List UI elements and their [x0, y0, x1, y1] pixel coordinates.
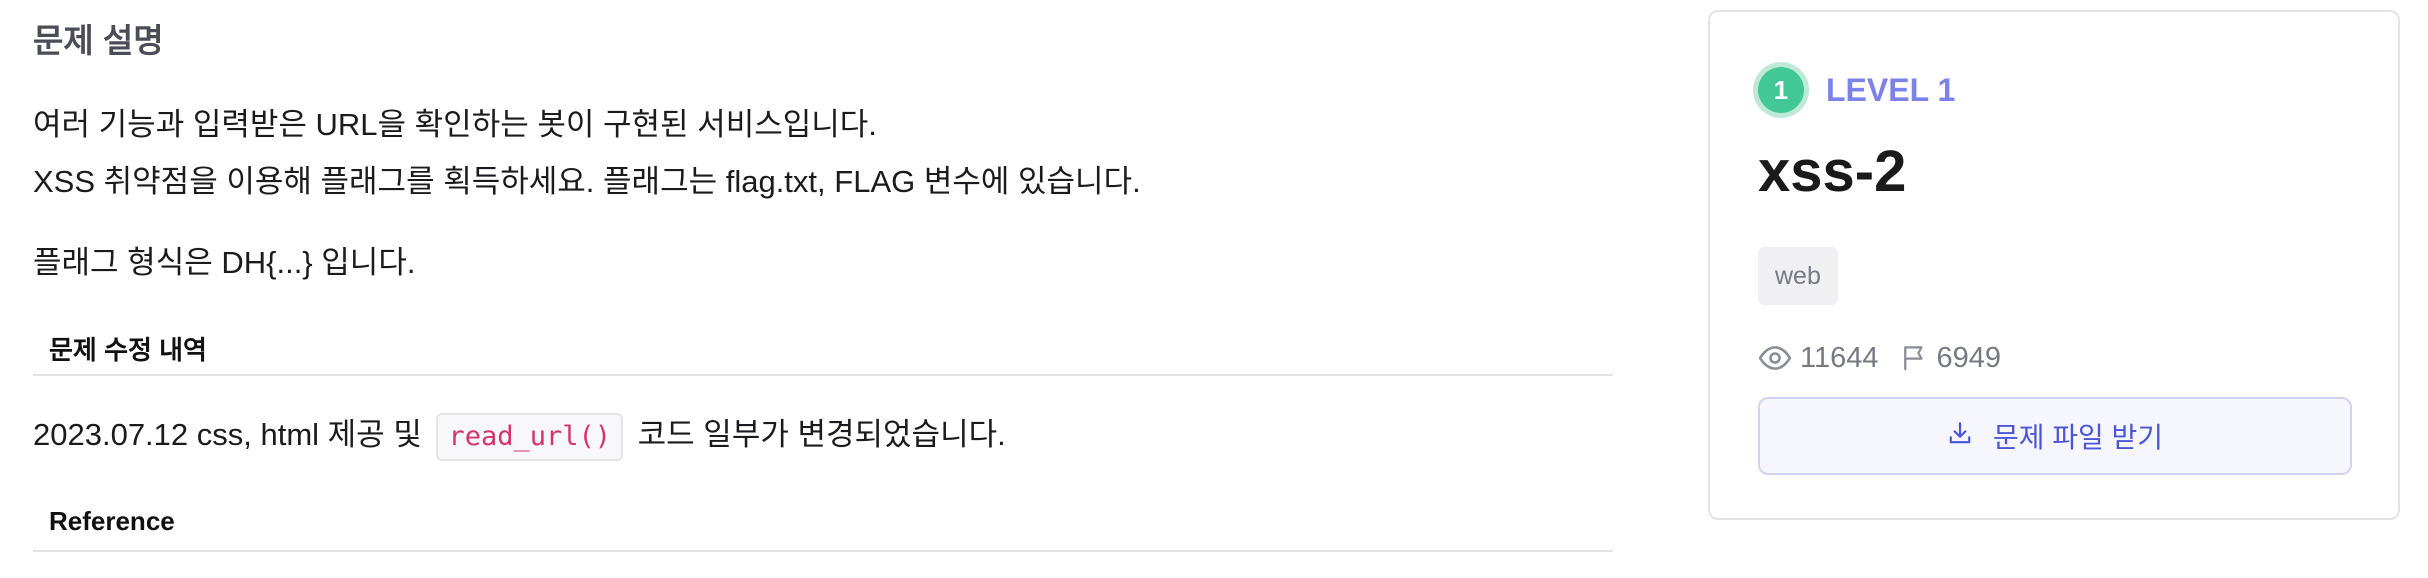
description-line-2: XSS 취약점을 이용해 플래그를 획득하세요. 플래그는 flag.txt, …: [33, 164, 1141, 199]
history-entry-suffix: 코드 일부가 변경되었습니다.: [637, 417, 1006, 452]
history-heading: 문제 수정 내역: [33, 324, 1613, 376]
history-entry: 2023.07.12 css, html 제공 및 read_url() 코드 …: [33, 411, 1006, 461]
category-tag[interactable]: web: [1758, 247, 1838, 305]
download-file-button[interactable]: 문제 파일 받기: [1758, 397, 2352, 475]
challenge-page: 문제 설명 여러 기능과 입력받은 URL을 확인하는 봇이 구현된 서비스입니…: [0, 0, 2428, 578]
history-entry-prefix: 2023.07.12 css, html 제공 및: [33, 417, 422, 452]
level-row: 1 LEVEL 1: [1758, 62, 1955, 118]
solves-count: 6949: [1936, 341, 2002, 374]
level-label: LEVEL 1: [1826, 71, 1956, 108]
download-icon: [1947, 420, 1993, 453]
challenge-stats: 11644 6949: [1758, 338, 2001, 378]
challenge-title: xss-2: [1758, 139, 1907, 204]
flag-icon: [1899, 343, 1929, 373]
level-badge: 1: [1758, 67, 1804, 113]
download-file-label: 문제 파일 받기: [1992, 422, 2164, 453]
challenge-info-card: 1 LEVEL 1 xss-2 web 11644 6949 문제 파일 받기: [1708, 10, 2400, 520]
inline-code: read_url(): [436, 412, 624, 461]
flag-format-line: 플래그 형식은 DH{...} 입니다.: [33, 245, 416, 280]
views-count: 11644: [1800, 341, 1879, 374]
reference-heading-label: Reference: [49, 506, 175, 536]
description-line-1: 여러 기능과 입력받은 URL을 확인하는 봇이 구현된 서비스입니다.: [33, 107, 877, 142]
reference-heading: Reference: [33, 500, 1613, 552]
eye-icon: [1758, 341, 1792, 375]
history-heading-label: 문제 수정 내역: [49, 335, 207, 365]
section-title: 문제 설명: [33, 22, 164, 59]
